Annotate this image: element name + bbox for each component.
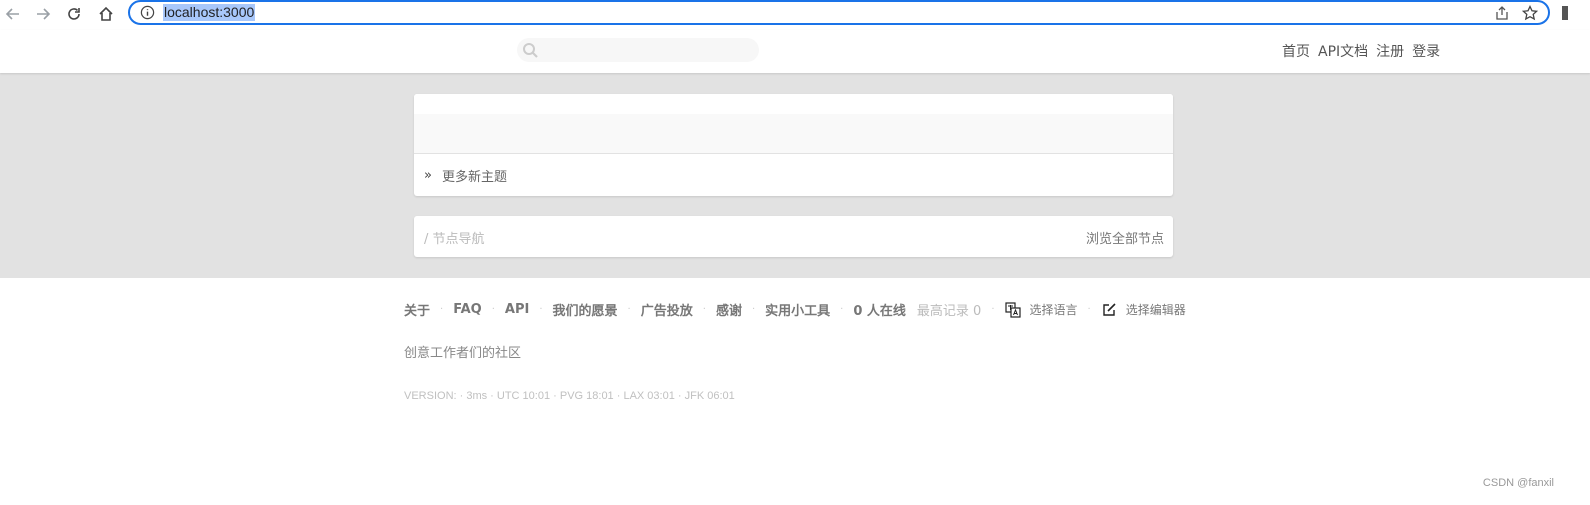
top-nav: 首页 API文档 注册 登录: [1282, 41, 1440, 61]
info-icon[interactable]: [140, 5, 155, 20]
topics-box-header: [414, 94, 1173, 114]
browse-all-nodes-link[interactable]: 浏览全部节点: [1086, 228, 1164, 247]
select-language-link[interactable]: 选择语言: [1030, 301, 1078, 318]
nav-login-link[interactable]: 登录: [1412, 41, 1440, 61]
separator-dot: ·: [751, 304, 756, 315]
forward-button[interactable]: [32, 3, 54, 25]
footer-thanks-link[interactable]: 感谢: [716, 300, 742, 319]
arrow-left-icon: [5, 8, 19, 20]
version-info: VERSION: · 3ms · UTC 10:01 · PVG 18:01 ·…: [404, 390, 735, 402]
more-topics-link[interactable]: » 更多新主题: [414, 154, 1173, 196]
search-input[interactable]: [517, 38, 759, 62]
separator-dot: ·: [702, 304, 706, 315]
separator-dot: ·: [991, 304, 995, 315]
bookmark-star-icon[interactable]: [1522, 5, 1538, 21]
footer-faq-link[interactable]: FAQ: [453, 302, 482, 317]
search-icon: [523, 43, 538, 58]
separator-dot: ·: [1087, 304, 1091, 315]
footer-tools-link[interactable]: 实用小工具: [765, 300, 830, 319]
footer-links: 关于 · FAQ · API · 我们的愿景 · 广告投放 · 感谢 · 实用小…: [404, 300, 1186, 319]
topics-tabs-row: [414, 114, 1173, 154]
browser-toolbar: localhost:3000: [0, 0, 1590, 30]
translate-icon: [1004, 301, 1021, 318]
footer-api-link[interactable]: API: [505, 302, 529, 317]
nav-signup-link[interactable]: 注册: [1376, 41, 1404, 61]
watermark: CSDN @fanxil: [1482, 477, 1554, 489]
share-icon[interactable]: [1494, 5, 1510, 21]
separator-dot: ·: [627, 304, 631, 315]
online-count: 0 人在线: [853, 304, 906, 319]
nav-api-docs-link[interactable]: API文档: [1318, 41, 1368, 61]
more-topics-label[interactable]: 更多新主题: [442, 166, 507, 185]
footer-ads-link[interactable]: 广告投放: [641, 300, 693, 319]
footer-about-link[interactable]: 关于: [404, 300, 430, 319]
back-button[interactable]: [2, 3, 24, 25]
nav-home-link[interactable]: 首页: [1282, 41, 1310, 61]
reload-icon: [68, 8, 80, 20]
separator-dot: ·: [539, 304, 543, 315]
more-topics-arrow: »: [424, 167, 432, 183]
select-editor-link[interactable]: 选择编辑器: [1126, 301, 1186, 318]
site-tagline: 创意工作者们的社区: [404, 346, 522, 361]
separator-dot: ·: [491, 304, 495, 315]
url-text[interactable]: localhost:3000: [163, 4, 256, 21]
max-record: 最高记录 0: [916, 304, 982, 319]
arrow-right-icon: [37, 8, 51, 20]
topics-box: » 更多新主题: [414, 94, 1173, 196]
home-button[interactable]: [95, 3, 117, 25]
reload-button[interactable]: [63, 3, 85, 25]
edit-icon: [1103, 302, 1116, 316]
home-icon: [99, 6, 113, 21]
node-navigation-box: / 节点导航 浏览全部节点: [414, 216, 1173, 257]
main-content: » 更多新主题 / 节点导航 浏览全部节点: [0, 73, 1590, 278]
node-navigation-title: / 节点导航: [424, 232, 485, 247]
address-bar[interactable]: localhost:3000: [128, 0, 1550, 25]
separator-dot: ·: [840, 304, 844, 315]
footer-mission-link[interactable]: 我们的愿景: [553, 300, 618, 319]
separator-dot: ·: [440, 304, 444, 315]
extensions-icon[interactable]: [1562, 6, 1568, 20]
site-header: 首页 API文档 注册 登录: [0, 30, 1590, 73]
